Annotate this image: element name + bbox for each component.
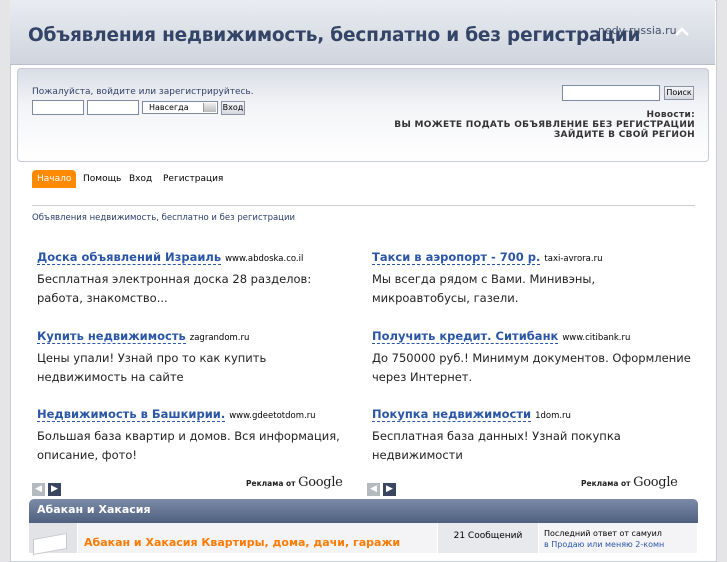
password-input[interactable] [87,100,139,115]
chevron-down-icon [203,103,216,112]
login-button[interactable]: Вход [221,101,245,115]
session-length-value: Навсегда [149,103,189,112]
username-input[interactable] [32,100,84,115]
ad-text: Бесплатная база данных! Узнай покупка [372,428,621,443]
board-link[interactable]: Абакан и Хакасия Квартиры, дома, дачи, г… [84,536,400,549]
ad-text: До 750000 руб.! Минимум документов. Офор… [372,350,691,365]
ads-pager: ◀ ▶ [367,476,399,496]
google-logo: Google [633,475,678,490]
ad-title-link[interactable]: Недвижимость в Башкирии. [37,407,226,422]
ad-url[interactable]: zagrandom.ru [190,333,250,343]
category-title[interactable]: Абакан и Хакасия [37,503,151,516]
search-input[interactable] [562,85,660,101]
session-length-select[interactable]: Навсегда [142,101,218,114]
board-status-icon [29,523,77,555]
ads-pager: ◀ ▶ [32,476,64,496]
ad-block: Такси в аэропорт - 700 р. taxi-avrora.ru … [372,248,692,309]
news-line-1: ВЫ МОЖЕТЕ ПОДАТЬ ОБЪЯВЛЕНИЕ БЕЗ РЕГИСТРА… [394,120,695,130]
ad-text: Бесплатная электронная доска 28 разделов… [37,271,312,286]
ad-text: Мы всегда рядом с Вами. Минивэны, [372,271,596,286]
ad-title-link[interactable]: Покупка недвижимости [372,407,532,422]
ads-by-prefix: Реклама от [246,479,296,488]
site-title[interactable]: Объявления недвижимость, бесплатно и без… [28,25,641,46]
news-line-2: ЗАЙДИТЕ В СВОЙ РЕГИОН [553,130,695,140]
board-stats: 21 Сообщений [438,523,538,553]
ad-block: Купить недвижимость zagrandom.ru Цены упа… [37,327,357,388]
ad-title-link[interactable]: Такси в аэропорт - 700 р. [372,250,541,265]
board-row: Абакан и Хакасия Квартиры, дома, дачи, г… [78,523,437,553]
search-button[interactable]: Поиск [664,86,694,100]
ad-block: Получить кредит. Ситибанк www.citibank.ru… [372,327,692,388]
google-logo: Google [298,475,343,490]
ad-text: описание, фото! [37,448,137,462]
ad-text: Большая база квартир и домов. Вся информ… [37,428,340,443]
breadcrumb[interactable]: Объявления недвижимость, бесплатно и без… [32,213,295,223]
ads-by-google[interactable]: Реклама от Google [246,475,343,490]
menu-item-register[interactable]: Регистрация [158,170,228,188]
ads-by-prefix: Реклама от [581,479,631,488]
ad-title-link[interactable]: Купить недвижимость [37,329,186,344]
next-arrow-icon[interactable]: ▶ [48,483,61,496]
ad-url[interactable]: 1dom.ru [535,411,571,421]
next-arrow-icon[interactable]: ▶ [383,483,396,496]
ad-text: микроавтобусы, газели. [372,291,519,305]
login-prompt[interactable]: Пожалуйста, войдите или зарегистрируйтес… [32,87,254,97]
ad-url[interactable]: taxi-avrora.ru [544,254,602,264]
ad-text: недвижимость на сайте [37,370,184,384]
ads-by-google[interactable]: Реклама от Google [581,475,678,490]
menu-item-help[interactable]: Помощь [78,170,126,188]
site-domain: nedv-russia.ru [598,24,677,37]
ad-block: Доска объявлений Израиль www.abdoska.co.i… [37,248,357,309]
ad-title-link[interactable]: Доска объявлений Израиль [37,250,222,265]
ad-text: Цены упали! Узнай про то как купить [37,350,267,365]
user-area [17,68,709,162]
board-last-post: Последний ответ от самуил в Продаю или м… [539,523,697,553]
menu-divider [32,205,695,206]
prev-arrow-icon[interactable]: ◀ [32,483,45,496]
ad-url[interactable]: www.abdoska.co.il [225,254,303,264]
ad-text: через Интернет. [372,370,473,384]
ad-text: работа, знакомство... [37,291,168,305]
ad-title-link[interactable]: Получить кредит. Ситибанк [372,329,559,344]
ad-url[interactable]: www.gdeetotdom.ru [229,411,315,421]
last-post-author[interactable]: Последний ответ от самуил [544,529,662,538]
menu-item-login[interactable]: Вход [124,170,157,188]
ad-block: Покупка недвижимости 1dom.ru Бесплатная б… [372,405,692,466]
ad-block: Недвижимость в Башкирии. www.gdeetotdom.r… [37,405,357,466]
ad-text: недвижимости [372,448,463,462]
ad-url[interactable]: www.citibank.ru [562,333,630,343]
news-label: Новости: [646,110,695,120]
collapse-header-icon[interactable] [674,25,690,39]
prev-arrow-icon[interactable]: ◀ [367,483,380,496]
menu-item-home[interactable]: Начало [32,170,77,188]
